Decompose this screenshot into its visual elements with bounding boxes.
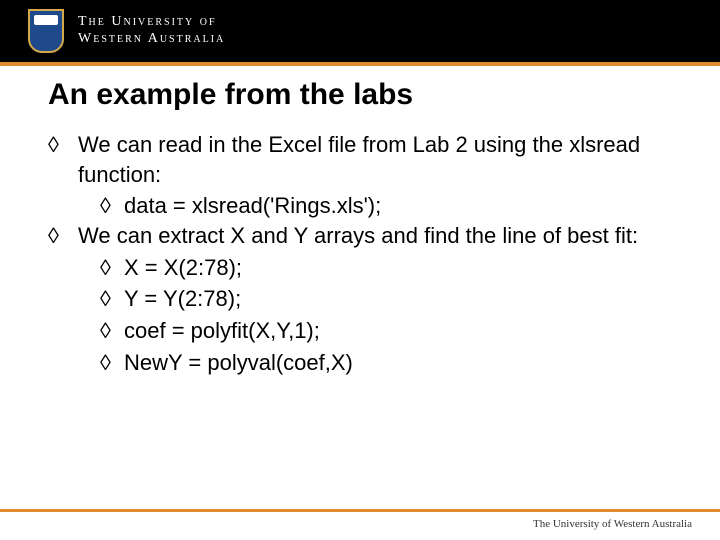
bullet-item: ◊ We can extract X and Y arrays and find…	[48, 221, 672, 251]
sub-bullet-text: coef = polyfit(X,Y,1);	[124, 316, 672, 346]
diamond-icon: ◊	[100, 284, 124, 314]
diamond-icon: ◊	[100, 316, 124, 346]
slide-title: An example from the labs	[0, 66, 720, 130]
sub-bullet-item: ◊ X = X(2:78);	[100, 253, 672, 283]
bullet-text: We can read in the Excel file from Lab 2…	[78, 130, 672, 189]
footer-text: The University of Western Australia	[0, 512, 720, 540]
sub-bullet-text: X = X(2:78);	[124, 253, 672, 283]
sub-bullet-item: ◊ coef = polyfit(X,Y,1);	[100, 316, 672, 346]
sub-bullet-text: NewY = polyval(coef,X)	[124, 348, 672, 378]
bullet-item: ◊ We can read in the Excel file from Lab…	[48, 130, 672, 189]
diamond-icon: ◊	[100, 191, 124, 221]
wordmark-line2: Western Australia	[78, 31, 225, 48]
diamond-icon: ◊	[48, 221, 78, 251]
bullet-text: We can extract X and Y arrays and find t…	[78, 221, 672, 251]
university-crest-icon	[28, 9, 64, 53]
footer: The University of Western Australia	[0, 509, 720, 540]
sub-bullet-item: ◊ NewY = polyval(coef,X)	[100, 348, 672, 378]
diamond-icon: ◊	[100, 253, 124, 283]
sub-bullet-text: Y = Y(2:78);	[124, 284, 672, 314]
header-bar: The University of Western Australia	[0, 0, 720, 62]
sub-bullet-item: ◊ data = xlsread('Rings.xls');	[100, 191, 672, 221]
university-wordmark: The University of Western Australia	[78, 14, 225, 48]
diamond-icon: ◊	[48, 130, 78, 189]
sub-bullet-item: ◊ Y = Y(2:78);	[100, 284, 672, 314]
sub-bullet-text: data = xlsread('Rings.xls');	[124, 191, 672, 221]
wordmark-line1: The University of	[78, 14, 225, 31]
diamond-icon: ◊	[100, 348, 124, 378]
slide-content: ◊ We can read in the Excel file from Lab…	[0, 130, 720, 378]
